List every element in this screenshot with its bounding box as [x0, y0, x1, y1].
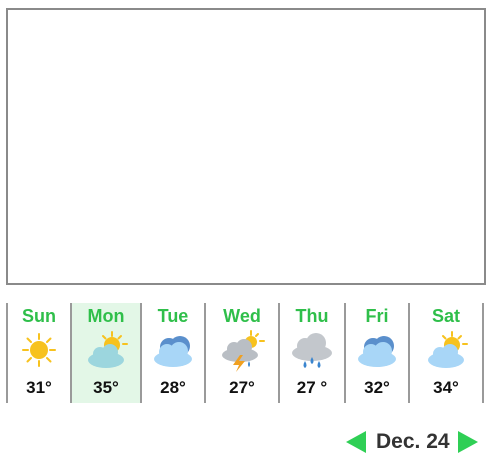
forecast-day-wed[interactable]: Wed 27°	[206, 303, 280, 403]
next-day-arrow-icon[interactable]	[457, 431, 478, 453]
day-temperature: 27 °	[296, 378, 328, 397]
current-date-label: Dec. 24	[376, 430, 450, 453]
forecast-day-fri[interactable]: Fri 32°	[346, 303, 410, 403]
day-name: Mon	[87, 306, 125, 326]
day-temperature: 31°	[26, 378, 52, 397]
partly-cloudy-icon	[88, 331, 128, 368]
day-temperature: 32°	[364, 378, 390, 397]
forecast-day-sat[interactable]: Sat 34°	[410, 303, 484, 403]
sun-icon	[22, 333, 56, 367]
weather-display-panel	[6, 8, 486, 285]
forecast-day-thu[interactable]: Thu 27 °	[280, 303, 346, 403]
date-navigator: Dec. 24	[346, 428, 486, 456]
day-temperature: 28°	[160, 378, 186, 397]
weekly-forecast: Sun 31° Mon 35° Tue 28° Wed 27° Thu 27 °…	[6, 303, 484, 403]
day-temperature: 35°	[93, 378, 119, 397]
day-temperature: 27°	[229, 378, 255, 397]
forecast-day-tue[interactable]: Tue 28°	[142, 303, 206, 403]
cloud-icon	[358, 336, 396, 367]
day-temperature: 34°	[433, 378, 459, 397]
day-name: Fri	[365, 306, 389, 326]
cloud-icon	[154, 336, 192, 367]
day-name: Sun	[22, 306, 56, 326]
day-name: Sat	[431, 306, 460, 326]
day-name: Tue	[157, 306, 189, 326]
partly-cloudy-icon	[428, 331, 468, 368]
day-name: Wed	[223, 306, 261, 326]
day-name: Thu	[295, 306, 329, 326]
previous-day-arrow-icon[interactable]	[346, 431, 366, 453]
rain-icon	[292, 333, 332, 368]
thunderstorm-icon	[222, 330, 265, 372]
forecast-day-mon[interactable]: Mon 35°	[72, 303, 142, 403]
forecast-day-sun[interactable]: Sun 31°	[6, 303, 72, 403]
